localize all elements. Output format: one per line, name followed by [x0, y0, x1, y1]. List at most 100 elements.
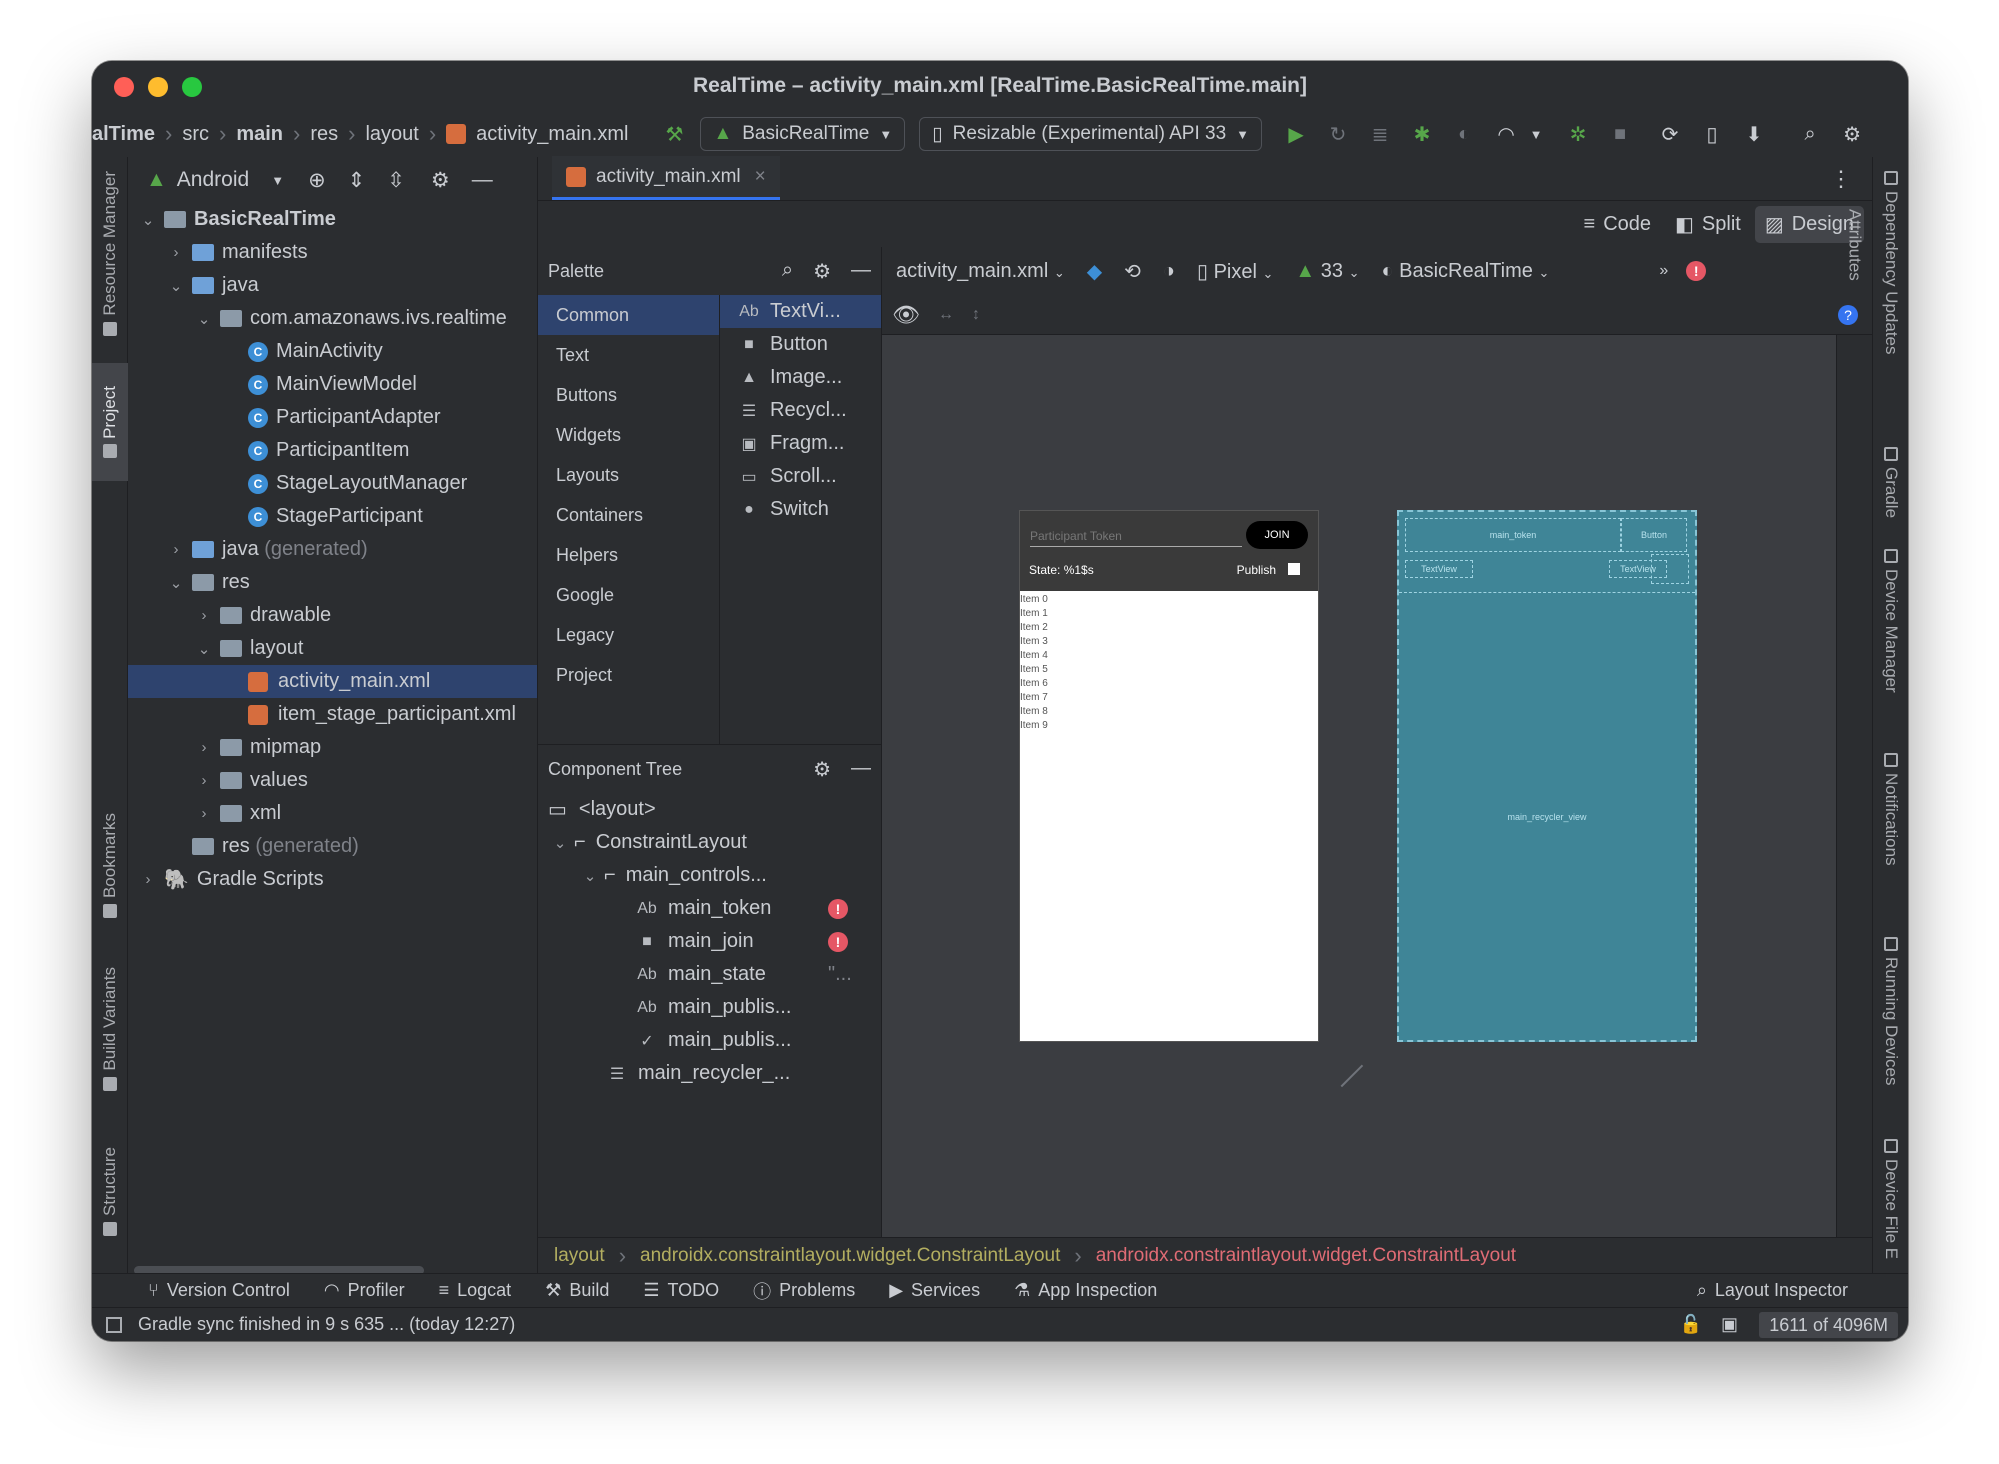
- running-devices-tab[interactable]: Running Devices: [1873, 937, 1908, 1086]
- debug-icon[interactable]: ✱: [1410, 122, 1434, 146]
- component-row[interactable]: Ab main_publis...: [538, 991, 881, 1024]
- hide-panel-icon[interactable]: —: [851, 259, 871, 284]
- layout-canvas[interactable]: Participant Token JOIN State: %1$s Publi…: [882, 209, 1872, 1241]
- services-button[interactable]: ▶ Services: [889, 1280, 980, 1301]
- stop-icon[interactable]: ■: [1608, 122, 1632, 146]
- status-message[interactable]: Gradle sync finished in 9 s 635 ... (tod…: [138, 1314, 515, 1335]
- coverage-icon[interactable]: ◐: [1452, 122, 1476, 146]
- component-row[interactable]: Ab main_state "...: [538, 958, 881, 991]
- todo-button[interactable]: ☰ TODO: [643, 1280, 719, 1301]
- tree-item[interactable]: C ParticipantAdapter: [128, 401, 537, 434]
- hide-panel-icon[interactable]: —: [472, 168, 493, 192]
- tree-item[interactable]: ⌄ BasicRealTime: [128, 203, 537, 236]
- search-icon[interactable]: ⌕: [1798, 122, 1822, 146]
- attach-debugger-icon[interactable]: ✲: [1566, 122, 1590, 146]
- tree-item-selected[interactable]: activity_main.xml: [128, 665, 537, 698]
- palette-item[interactable]: ■ Button: [720, 328, 881, 361]
- device-file-explorer-tab[interactable]: Device File E: [1873, 1139, 1908, 1259]
- component-row[interactable]: ■ main_join!: [538, 925, 881, 958]
- component-row[interactable]: ✓ main_publis...: [538, 1024, 881, 1057]
- breadcrumb-item[interactable]: androidx.constraintlayout.widget.Constra…: [1096, 1245, 1516, 1267]
- tree-item[interactable]: › values: [128, 764, 537, 797]
- palette-category[interactable]: Containers: [538, 495, 719, 535]
- palette-category[interactable]: Helpers: [538, 535, 719, 575]
- blueprint-main-token[interactable]: main_token: [1405, 518, 1621, 552]
- palette-category[interactable]: Widgets: [538, 415, 719, 455]
- build-button[interactable]: ⚒ Build: [545, 1280, 609, 1301]
- tree-item[interactable]: ⌄ java: [128, 269, 537, 302]
- tree-item[interactable]: › drawable: [128, 599, 537, 632]
- blueprint-button[interactable]: Button: [1621, 518, 1687, 552]
- blueprint-textview[interactable]: TextView: [1405, 560, 1473, 578]
- tree-item[interactable]: › xml: [128, 797, 537, 830]
- palette-category[interactable]: Legacy: [538, 615, 719, 655]
- error-icon[interactable]: !: [1686, 261, 1707, 281]
- component-row[interactable]: ☰ main_recycler_...: [538, 1057, 881, 1090]
- zoom-window-button[interactable]: [182, 77, 202, 97]
- locate-icon[interactable]: ⊕: [308, 168, 326, 193]
- tree-item[interactable]: › 🐘 Gradle Scripts: [128, 863, 537, 896]
- tree-item[interactable]: › mipmap: [128, 731, 537, 764]
- attributes-tab[interactable]: Attributes: [1836, 209, 1872, 1241]
- orientation-icon[interactable]: ⟲: [1124, 259, 1141, 284]
- profile-icon[interactable]: ◠: [1494, 122, 1518, 146]
- dependency-updates-tab[interactable]: Dependency Updates: [1873, 171, 1908, 355]
- resize-handle-icon[interactable]: [1320, 1044, 1364, 1088]
- tree-item[interactable]: C MainViewModel: [128, 368, 537, 401]
- tree-item[interactable]: C ParticipantItem: [128, 434, 537, 467]
- vertical-resize-icon[interactable]: ↕: [972, 306, 980, 324]
- project-tab[interactable]: Project: [92, 363, 128, 481]
- settings-gear-icon[interactable]: ⚙: [813, 259, 831, 284]
- palette-item[interactable]: Ab TextVi...: [720, 295, 881, 328]
- notifications-tab[interactable]: Notifications: [1873, 753, 1908, 866]
- nav-crumb-file[interactable]: activity_main.xml: [476, 123, 628, 146]
- toggle-tool-windows-icon[interactable]: [106, 1316, 122, 1333]
- component-row[interactable]: ▭ <layout>: [538, 793, 881, 826]
- device-picker[interactable]: ▯ Pixel ⌄: [1197, 259, 1273, 284]
- theme-picker[interactable]: ◐ BasicRealTime ⌄: [1381, 260, 1549, 283]
- design-preview[interactable]: Participant Token JOIN State: %1$s Publi…: [1019, 510, 1319, 1042]
- palette-category[interactable]: Buttons: [538, 375, 719, 415]
- version-control-button[interactable]: ⑂ Version Control: [148, 1280, 290, 1301]
- palette-item[interactable]: ☰ Recycl...: [720, 394, 881, 427]
- minimize-window-button[interactable]: [148, 77, 168, 97]
- close-window-button[interactable]: [114, 77, 134, 97]
- run-config-dropdown[interactable]: ▲ BasicRealTime ▼: [700, 117, 906, 151]
- profiler-button[interactable]: ◠ Profiler: [324, 1280, 405, 1301]
- blueprint-preview[interactable]: main_token Button TextView TextView main…: [1397, 510, 1697, 1042]
- overflow-icon[interactable]: »: [1659, 262, 1668, 280]
- file-dropdown[interactable]: activity_main.xml ⌄: [896, 260, 1065, 283]
- publish-checkbox[interactable]: [1288, 563, 1300, 575]
- palette-category[interactable]: Google: [538, 575, 719, 615]
- run-icon[interactable]: ▶: [1284, 122, 1308, 146]
- collapse-all-icon[interactable]: ⇳: [387, 168, 405, 193]
- nav-crumb-res[interactable]: res: [310, 123, 338, 146]
- apply-changes-icon[interactable]: ↻: [1326, 122, 1350, 146]
- palette-category[interactable]: Common: [538, 295, 719, 335]
- nav-crumb-project[interactable]: alTime: [92, 123, 155, 146]
- join-button[interactable]: JOIN: [1246, 521, 1308, 549]
- sync-gradle-icon[interactable]: ⟳: [1658, 122, 1682, 146]
- device-manager-icon[interactable]: ▯: [1700, 122, 1724, 146]
- expand-all-icon[interactable]: ⇕: [348, 168, 366, 193]
- error-icon[interactable]: !: [828, 898, 848, 919]
- nav-crumb-src[interactable]: src: [182, 123, 209, 146]
- tree-item[interactable]: ⌄ res: [128, 566, 537, 599]
- breadcrumb-item[interactable]: layout: [554, 1245, 605, 1267]
- palette-item[interactable]: ● Switch: [720, 493, 881, 526]
- error-icon[interactable]: !: [828, 931, 848, 952]
- hide-panel-icon[interactable]: —: [851, 757, 871, 782]
- tree-item[interactable]: › java (generated): [128, 533, 537, 566]
- nav-crumb-layout[interactable]: layout: [365, 123, 418, 146]
- gradle-tab[interactable]: Gradle: [1873, 447, 1908, 518]
- build-variants-tab[interactable]: Build Variants: [92, 967, 128, 1091]
- sdk-manager-icon[interactable]: ⬇: [1742, 122, 1766, 146]
- tree-item[interactable]: C MainActivity: [128, 335, 537, 368]
- more-run-icon[interactable]: ▼: [1524, 122, 1548, 146]
- problems-button[interactable]: ⓘ Problems: [753, 1278, 855, 1304]
- layers-icon[interactable]: ◆: [1087, 259, 1102, 284]
- tree-item[interactable]: ⌄ com.amazonaws.ivs.realtime: [128, 302, 537, 335]
- api-picker[interactable]: ▲ 33 ⌄: [1295, 260, 1359, 283]
- lock-icon[interactable]: 🔓: [1680, 1314, 1702, 1335]
- settings-gear-icon[interactable]: ⚙: [431, 168, 450, 193]
